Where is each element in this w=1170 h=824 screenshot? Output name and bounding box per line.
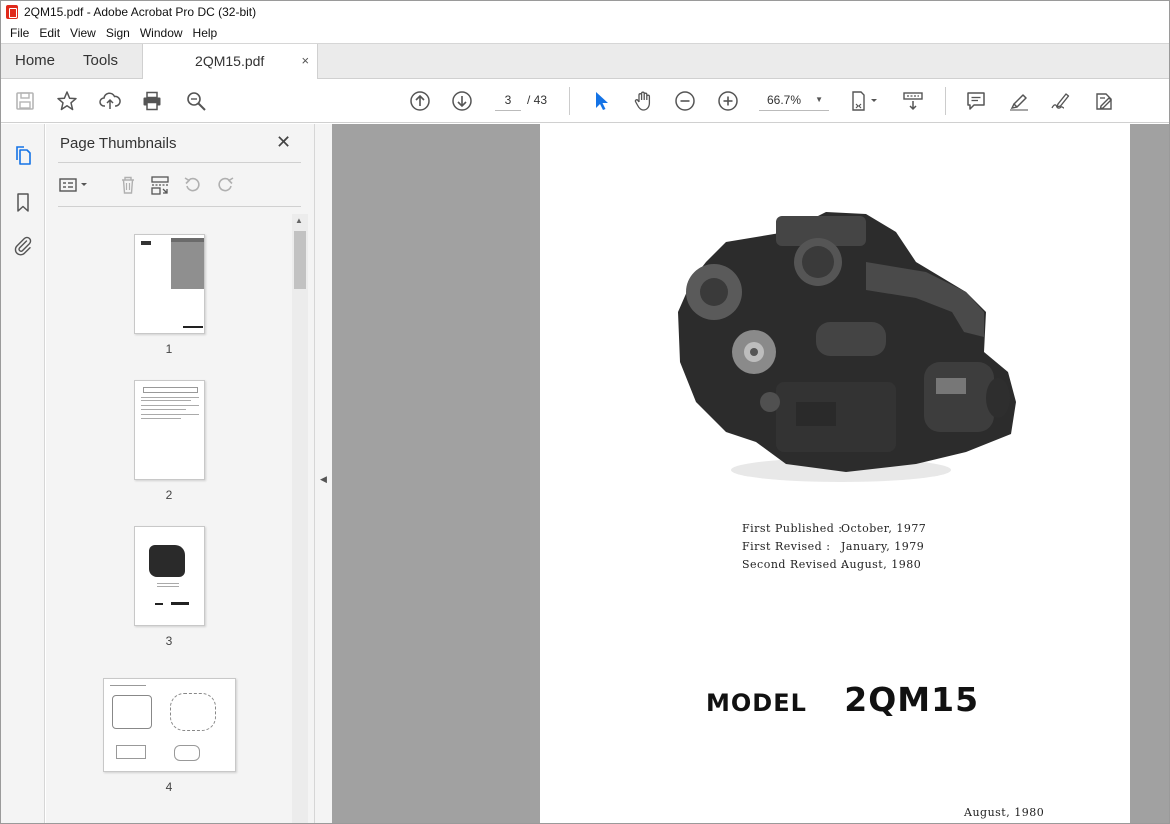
menu-file[interactable]: File xyxy=(5,26,34,40)
publication-label: Second Revised : xyxy=(742,558,846,571)
tab-bar: Home Tools 2QM15.pdf × xyxy=(1,43,1169,79)
page-thumbnails-icon[interactable] xyxy=(11,144,35,168)
thumbnail-label: 1 xyxy=(165,342,173,356)
select-cursor-icon[interactable] xyxy=(589,89,613,113)
menu-window[interactable]: Window xyxy=(135,26,188,40)
publication-date: August, 1980 xyxy=(841,558,922,571)
menu-view[interactable]: View xyxy=(65,26,101,40)
navigation-rail xyxy=(1,124,45,823)
page-thumbnail[interactable] xyxy=(134,380,205,480)
publication-row: Second Revised : August, 1980 xyxy=(742,558,926,576)
main-toolbar: 3 / 43 66.7% ▼ xyxy=(1,79,1169,123)
thumbnail-list: 1 2 3 4 xyxy=(46,214,291,823)
tab-document-label: 2QM15.pdf xyxy=(195,53,265,69)
delete-page-icon[interactable] xyxy=(116,173,140,197)
publication-label: First Published : xyxy=(742,522,843,535)
page-thumbnails-panel: Page Thumbnails ✕ 1 2 3 4 ▲ xyxy=(46,124,314,823)
page-thumbnail[interactable] xyxy=(103,678,236,772)
publication-date: January, 1979 xyxy=(841,540,925,553)
toolbar-divider xyxy=(569,87,570,115)
zoom-out-icon[interactable] xyxy=(673,89,697,113)
attachments-icon[interactable] xyxy=(11,234,35,258)
engine-photo xyxy=(678,212,1016,482)
acrobat-window: 2QM15.pdf - Adobe Acrobat Pro DC (32-bit… xyxy=(0,0,1170,824)
scroll-up-icon[interactable]: ▲ xyxy=(295,216,303,225)
publication-date: October, 1977 xyxy=(841,522,927,535)
zoom-in-icon[interactable] xyxy=(716,89,740,113)
publication-history: First Published : October, 1977 First Re… xyxy=(742,522,926,576)
publication-row: First Published : October, 1977 xyxy=(742,522,926,540)
tab-tools[interactable]: Tools xyxy=(69,44,142,78)
sign-icon[interactable] xyxy=(1049,89,1073,113)
tab-close-icon[interactable]: × xyxy=(301,44,309,78)
next-page-icon[interactable] xyxy=(450,89,474,113)
tab-document[interactable]: 2QM15.pdf × xyxy=(142,44,319,79)
zoom-level-value: 66.7% xyxy=(767,93,802,107)
rotate-right-icon[interactable] xyxy=(214,173,238,197)
model-name: 2QM15 xyxy=(844,680,980,719)
menu-edit[interactable]: Edit xyxy=(34,26,65,40)
collapse-panel-icon[interactable]: ◀ xyxy=(320,474,327,485)
thumbnail-options-icon[interactable] xyxy=(58,173,92,197)
model-word: MODEL xyxy=(706,689,807,717)
page-thumbnail[interactable] xyxy=(134,234,205,334)
publication-label: First Revised : xyxy=(742,540,831,553)
comment-icon[interactable] xyxy=(964,89,988,113)
scroll-thumb[interactable] xyxy=(294,231,306,289)
rotate-left-icon[interactable] xyxy=(180,173,204,197)
panel-title: Page Thumbnails xyxy=(60,135,177,152)
close-icon[interactable]: ✕ xyxy=(276,132,291,153)
divider xyxy=(58,162,301,163)
highlight-icon[interactable] xyxy=(1007,89,1031,113)
print-icon[interactable] xyxy=(140,89,164,113)
thumbnail-scrollbar[interactable]: ▲ xyxy=(292,214,308,823)
menu-sign[interactable]: Sign xyxy=(101,26,135,40)
thumbnail-label: 4 xyxy=(165,780,173,794)
page-total: / 43 xyxy=(527,93,548,107)
cloud-upload-icon[interactable] xyxy=(98,89,122,113)
model-heading: MODEL 2QM15 xyxy=(706,680,979,719)
page-footer-date: August, 1980 xyxy=(964,806,1045,819)
thumbnail-label: 3 xyxy=(165,634,173,648)
scroll-mode-icon[interactable] xyxy=(901,89,925,113)
thumbnail-label: 2 xyxy=(165,488,173,502)
edit-icon[interactable] xyxy=(1092,89,1116,113)
prev-page-icon[interactable] xyxy=(408,89,432,113)
tab-home[interactable]: Home xyxy=(1,44,69,78)
document-viewport[interactable]: First Published : October, 1977 First Re… xyxy=(332,124,1169,823)
window-title: 2QM15.pdf - Adobe Acrobat Pro DC (32-bit… xyxy=(24,5,257,19)
divider xyxy=(58,206,301,207)
document-page: First Published : October, 1977 First Re… xyxy=(540,124,1130,823)
menu-bar: File Edit View Sign Window Help xyxy=(1,23,1169,43)
acrobat-logo-icon xyxy=(6,5,18,19)
chevron-down-icon: ▼ xyxy=(815,95,823,104)
extract-page-icon[interactable] xyxy=(148,173,172,197)
panel-splitter[interactable]: ◀ xyxy=(314,124,332,823)
page-number-input[interactable]: 3 xyxy=(495,89,521,111)
bookmark-star-icon[interactable] xyxy=(55,89,79,113)
title-bar: 2QM15.pdf - Adobe Acrobat Pro DC (32-bit… xyxy=(1,1,1169,23)
zoom-level-select[interactable]: 66.7% ▼ xyxy=(759,89,829,111)
publication-row: First Revised : January, 1979 xyxy=(742,540,926,558)
search-zoom-icon[interactable] xyxy=(184,89,208,113)
menu-help[interactable]: Help xyxy=(188,26,223,40)
page-thumbnail[interactable] xyxy=(134,526,205,626)
hand-tool-icon[interactable] xyxy=(631,89,655,113)
thumbnail-toolbar xyxy=(58,172,288,198)
page-fit-icon[interactable] xyxy=(847,89,883,113)
save-icon[interactable] xyxy=(13,89,37,113)
bookmarks-icon[interactable] xyxy=(11,190,35,214)
toolbar-divider xyxy=(945,87,946,115)
